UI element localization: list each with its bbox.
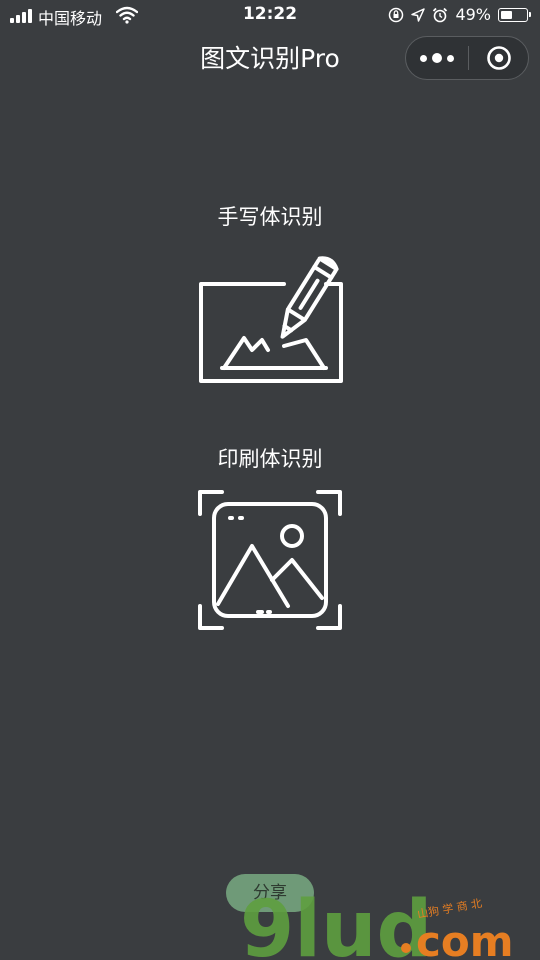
more-dots-icon bbox=[420, 54, 427, 62]
image-scan-icon[interactable] bbox=[196, 488, 344, 634]
battery-percent: 49% bbox=[455, 5, 491, 24]
svg-text:com: com bbox=[416, 917, 514, 960]
close-miniprogram-button[interactable] bbox=[468, 37, 530, 79]
handwriting-recognition-item[interactable]: 手写体识别 bbox=[0, 203, 540, 231]
miniprogram-capsule bbox=[405, 36, 529, 80]
handwriting-pencil-icon[interactable] bbox=[196, 256, 344, 384]
status-bar: 中国移动 12:22 49% bbox=[0, 0, 540, 32]
battery-icon bbox=[498, 7, 531, 22]
more-dots-icon-right bbox=[447, 54, 454, 62]
alarm-icon bbox=[433, 7, 448, 22]
app-screen: 中国移动 12:22 49% 图文识别Pro 手写体识别 印刷体识别 分享 9l… bbox=[0, 0, 540, 960]
print-recognition-label: 印刷体识别 bbox=[217, 447, 323, 471]
status-icons: 49% bbox=[388, 5, 531, 24]
close-miniprogram-icon bbox=[487, 46, 511, 70]
battery-fill bbox=[501, 10, 512, 19]
rotation-lock-icon bbox=[389, 7, 404, 22]
watermark-logo: 9lud com 山狗 学 商 北 bbox=[240, 886, 514, 960]
print-recognition-item[interactable]: 印刷体识别 bbox=[0, 445, 540, 473]
handwriting-recognition-label: 手写体识别 bbox=[217, 205, 323, 229]
more-dots-icon-center bbox=[432, 53, 442, 63]
location-icon bbox=[411, 7, 426, 22]
more-dots-button[interactable] bbox=[406, 37, 468, 79]
